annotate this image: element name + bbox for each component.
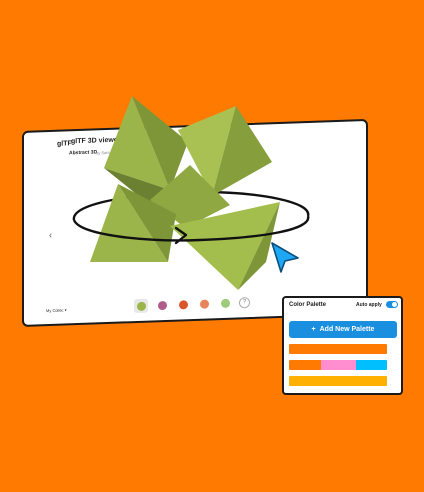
palette-row[interactable]: [289, 344, 387, 354]
panel-title: Color Palette: [289, 302, 327, 308]
add-palette-label: Add New Palette: [319, 326, 375, 333]
drag-handle-icon[interactable]: · · ·: [390, 345, 391, 355]
palette-swatch: [289, 344, 387, 354]
color-palette-panel: Color Palette Auto apply + Add New Palet…: [282, 296, 403, 395]
model-scene[interactable]: [0, 0, 424, 492]
auto-apply-label: Auto apply: [356, 302, 382, 308]
palette-swatch: [289, 376, 387, 386]
add-palette-button[interactable]: + Add New Palette: [289, 321, 397, 338]
auto-apply-toggle[interactable]: [386, 301, 398, 308]
palette-row[interactable]: [289, 376, 387, 386]
palette-swatch: [321, 360, 356, 370]
plus-icon: +: [311, 326, 316, 333]
drag-handle-icon[interactable]: · · ·: [390, 361, 391, 371]
palette-swatch: [289, 360, 322, 370]
palette-row[interactable]: [289, 360, 387, 370]
drag-handle-icon[interactable]: · · ·: [390, 377, 391, 387]
palette-swatch: [355, 360, 387, 370]
cursor-icon: [271, 242, 299, 273]
